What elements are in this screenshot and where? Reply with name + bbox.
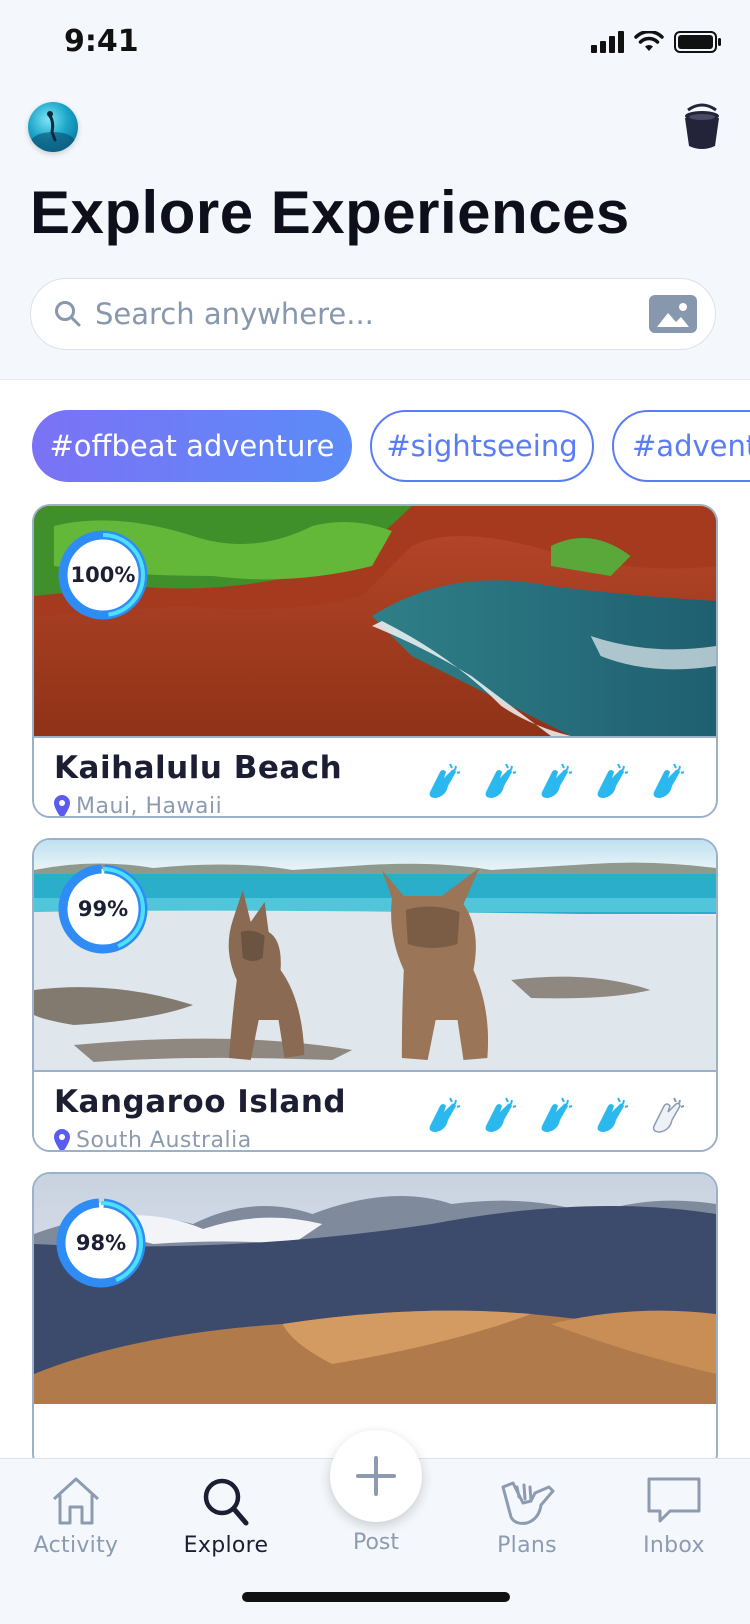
tab-plans[interactable]: Plans (467, 1459, 587, 1558)
search-icon (55, 301, 81, 327)
post-button[interactable] (330, 1430, 422, 1522)
search-input[interactable]: Search anywhere... (95, 297, 649, 331)
clap-icon (653, 763, 685, 798)
experience-card[interactable]: 98% (32, 1172, 718, 1472)
tab-activity[interactable]: Activity (16, 1459, 136, 1558)
clap-icon (541, 763, 573, 798)
tag-offbeat-adventure[interactable]: #offbeat adventure (32, 410, 352, 482)
location-pin-icon (54, 794, 70, 816)
clap-icon (485, 1097, 517, 1132)
tab-label: Inbox (643, 1533, 705, 1558)
avatar[interactable] (28, 102, 78, 152)
status-icons (591, 30, 722, 54)
header-area: 9:41 Explore Experiences Search anywhere… (0, 0, 750, 380)
tag-filter-row: #offbeat adventure #sightseeing #adventu… (32, 410, 750, 482)
clap-icon (541, 1097, 573, 1132)
clap-rating (422, 762, 686, 802)
match-percent: 99% (77, 897, 129, 921)
cellular-signal-icon (591, 31, 624, 53)
page-title: Explore Experiences (30, 179, 630, 246)
status-time: 9:41 (64, 24, 139, 59)
experience-location: South Australia (54, 1128, 252, 1152)
tab-label: Plans (497, 1533, 557, 1558)
search-icon (203, 1478, 249, 1526)
clap-icon (597, 1097, 629, 1132)
experience-card[interactable]: 99% Kangaroo Island South Australia (32, 838, 718, 1152)
match-ring: 98% (54, 1196, 148, 1290)
search-bar[interactable]: Search anywhere... (30, 278, 716, 350)
message-icon (647, 1477, 701, 1523)
location-text: South Australia (76, 1128, 252, 1152)
clap-icon (597, 763, 629, 798)
location-pin-icon (54, 1128, 70, 1150)
location-text: Maui, Hawaii (76, 794, 223, 818)
plus-icon (356, 1456, 396, 1496)
match-ring: 100% (56, 528, 150, 622)
experience-card[interactable]: 100% Kaihalulu Beach Maui, Hawaii (32, 504, 718, 818)
tab-label: Explore (183, 1533, 269, 1558)
clap-icon-inactive (652, 1097, 685, 1133)
experience-name: Kaihalulu Beach (54, 750, 343, 786)
tag-adventure[interactable]: #adventure (612, 410, 750, 482)
home-icon (52, 1477, 100, 1525)
experience-name: Kangaroo Island (54, 1084, 347, 1120)
tab-inbox[interactable]: Inbox (614, 1459, 734, 1558)
clap-rating (422, 1096, 686, 1136)
clap-icon (429, 1097, 461, 1132)
tag-sightseeing[interactable]: #sightseeing (370, 410, 594, 482)
wifi-icon (634, 31, 664, 51)
clap-icon (429, 763, 461, 798)
tab-label: Activity (33, 1533, 119, 1558)
bucket-list-icon[interactable] (682, 102, 722, 152)
match-percent: 100% (70, 563, 136, 587)
image-search-icon[interactable] (649, 295, 697, 333)
experience-location: Maui, Hawaii (54, 794, 223, 818)
home-indicator[interactable] (242, 1592, 510, 1602)
clap-icon (485, 763, 517, 798)
shaka-hand-icon (501, 1481, 555, 1525)
match-percent: 98% (75, 1231, 127, 1255)
card-info: Kangaroo Island South Australia (34, 1070, 716, 1152)
match-ring: 99% (56, 862, 150, 956)
card-info: Kaihalulu Beach Maui, Hawaii (34, 736, 716, 818)
tab-label-post: Post (352, 1530, 400, 1555)
tab-explore[interactable]: Explore (166, 1459, 286, 1558)
battery-icon (674, 31, 721, 53)
